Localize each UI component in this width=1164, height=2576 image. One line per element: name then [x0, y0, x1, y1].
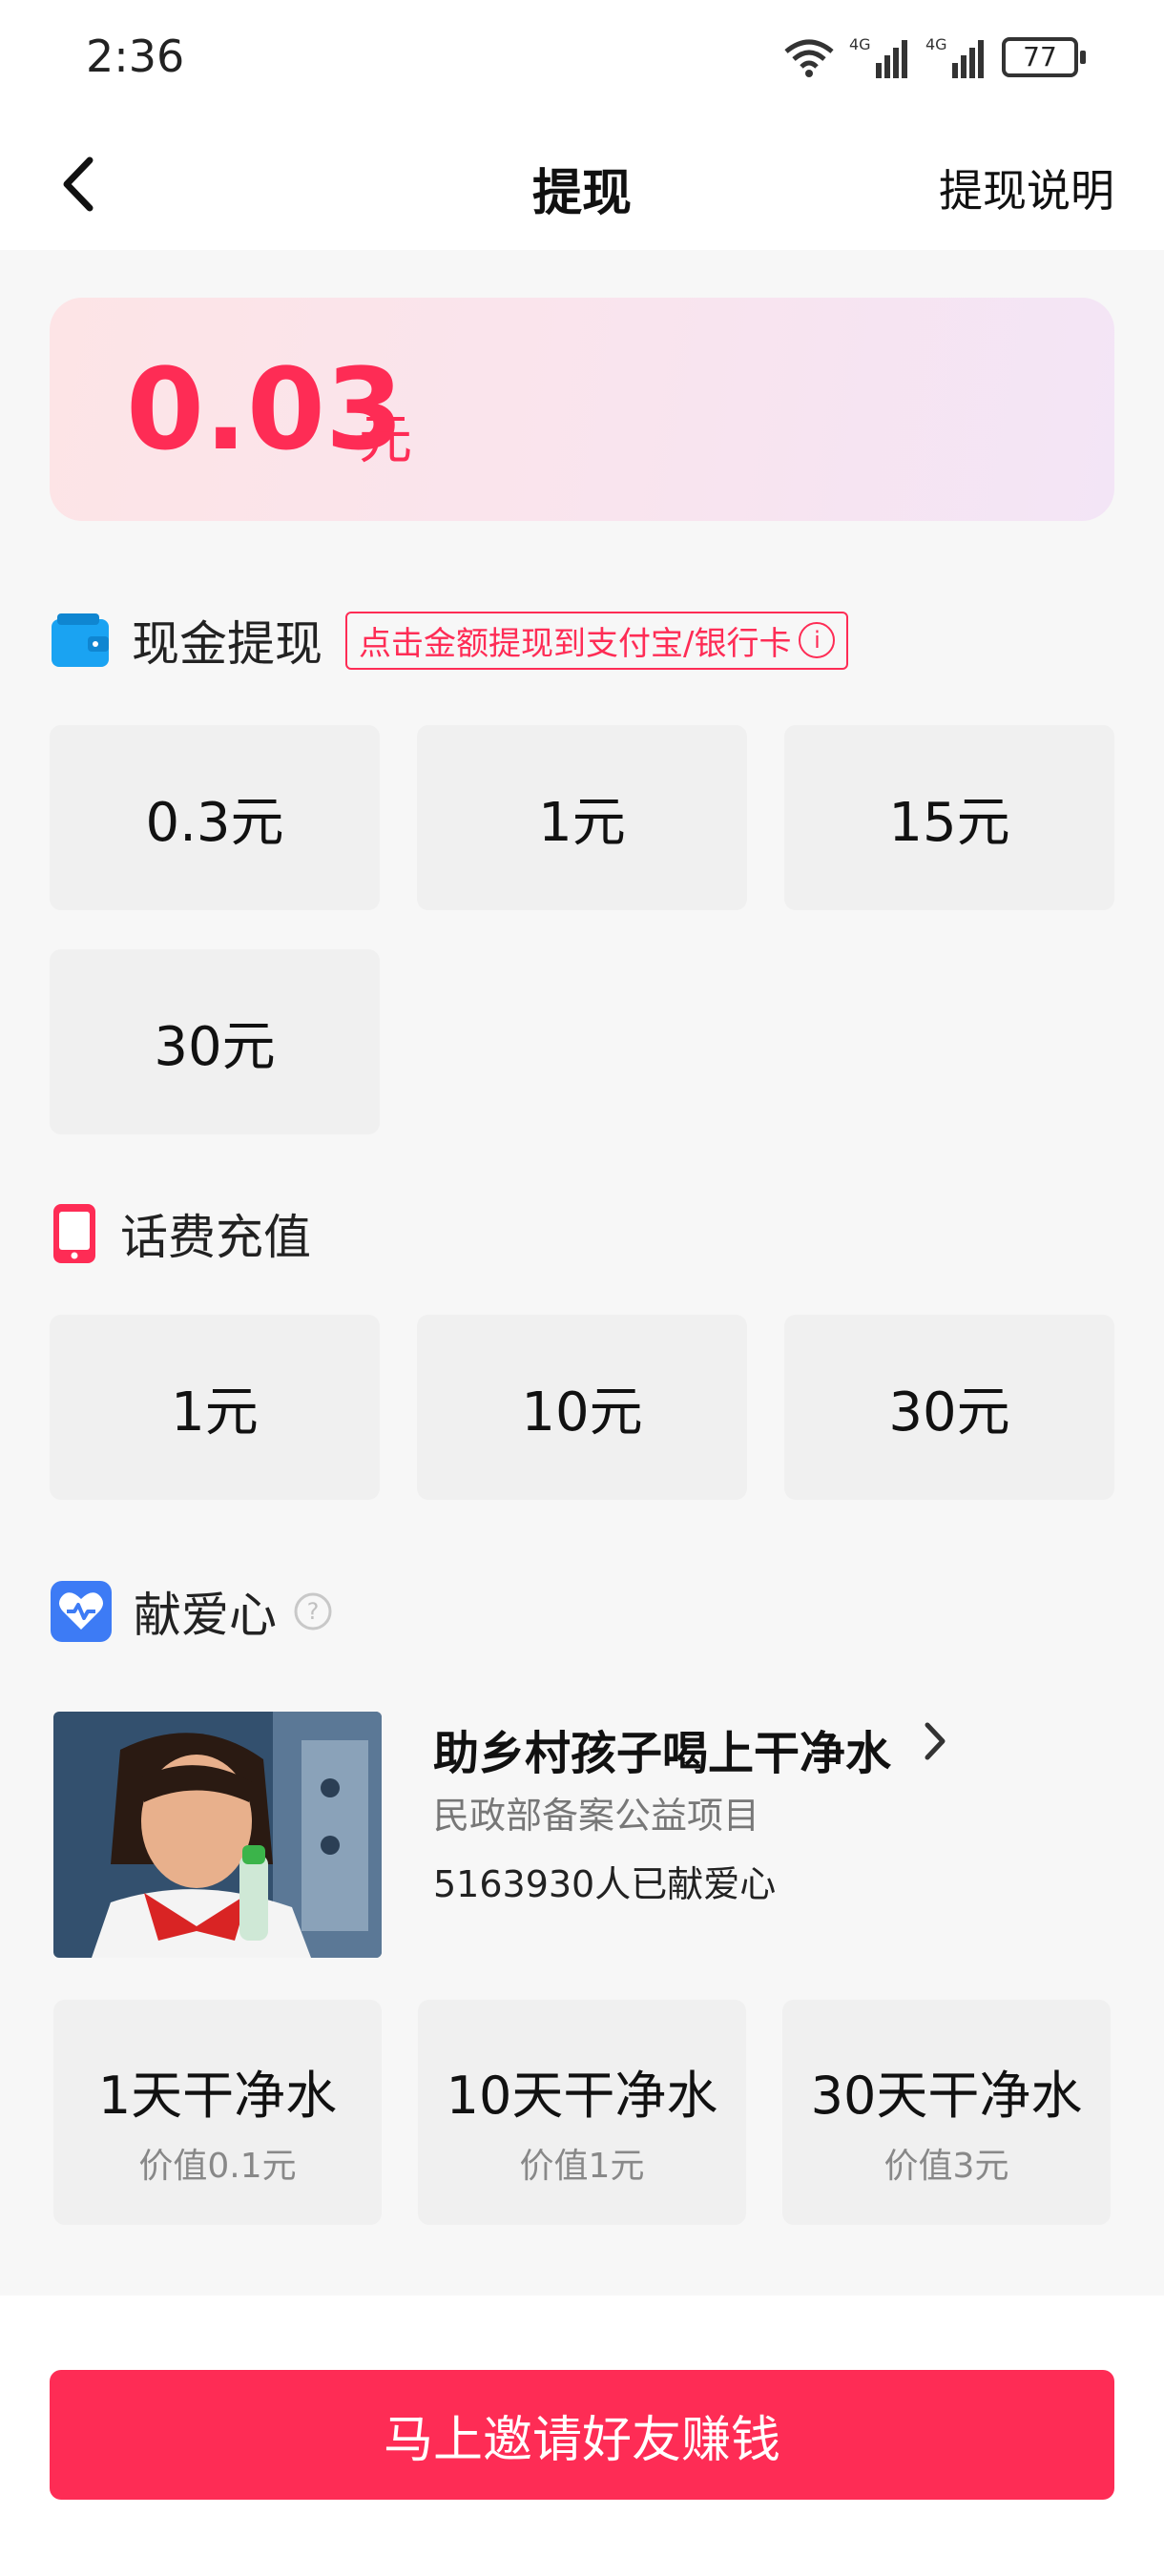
donate-option-label: 1天干净水 — [97, 2066, 338, 2126]
cash-hint-text: 点击金额提现到支付宝/银行卡 — [359, 624, 792, 663]
donate-option-value: 价值3元 — [883, 2147, 1009, 2186]
donate-option-value: 价值0.1元 — [138, 2147, 297, 2186]
nav-bar: 提现 提现说明 — [0, 116, 1164, 250]
cash-section-title: 现金提现 — [132, 616, 322, 672]
cash-option-1[interactable]: 1元 — [417, 725, 747, 910]
svg-text:4G: 4G — [925, 35, 947, 53]
back-arrow-icon[interactable] — [50, 151, 107, 218]
wifi-icon — [784, 39, 834, 77]
donate-option-label: 30天干净水 — [810, 2066, 1083, 2126]
info-icon: i — [799, 622, 836, 658]
balance-unit: 元 — [359, 409, 412, 471]
phone-option-10[interactable]: 10元 — [417, 1315, 747, 1500]
bottom-bar: 马上邀请好友赚钱 — [0, 2296, 1164, 2576]
cash-section-header: 现金提现 点击金额提现到支付宝/银行卡 i — [50, 607, 849, 674]
status-icons: 4G 4G 77 — [782, 29, 1086, 86]
chevron-right-icon[interactable] — [916, 1717, 954, 1765]
donate-option-10-day[interactable]: 10天干净水 价值1元 — [418, 2000, 746, 2225]
heart-icon — [51, 1581, 112, 1642]
phone-icon — [53, 1204, 95, 1263]
cash-option-30[interactable]: 30元 — [50, 949, 380, 1134]
project-subtitle: 民政部备案公益项目 — [433, 1795, 760, 1837]
status-time: 2:36 — [86, 31, 185, 82]
cash-hint-tag[interactable]: 点击金额提现到支付宝/银行卡 i — [345, 611, 849, 670]
cash-option-15[interactable]: 15元 — [784, 725, 1114, 910]
balance-card: 0.03 元 — [50, 298, 1114, 521]
phone-section-title: 话费充值 — [120, 1210, 311, 1265]
project-title[interactable]: 助乡村孩子喝上干净水 — [433, 1715, 891, 1782]
donate-option-value: 价值1元 — [519, 2147, 645, 2186]
donate-option-30-day[interactable]: 30天干净水 价值3元 — [782, 2000, 1111, 2225]
donate-section-title: 献爱心 — [134, 1588, 277, 1643]
battery-icon: 77 — [1002, 37, 1086, 77]
cash-option-0.3[interactable]: 0.3元 — [50, 725, 380, 910]
signal-icon-2: 4G — [925, 35, 984, 78]
donate-option-1-day[interactable]: 1天干净水 价值0.1元 — [53, 2000, 382, 2225]
status-bar: 2:36 4G 4G 77 — [0, 0, 1164, 116]
wallet-icon — [52, 613, 109, 667]
project-donor-count: 5163930人已献爱心 — [433, 1863, 777, 1905]
invite-friends-button[interactable]: 马上邀请好友赚钱 — [50, 2370, 1114, 2500]
phone-option-1[interactable]: 1元 — [50, 1315, 380, 1500]
donate-section-header: 献爱心 ? — [50, 1578, 334, 1645]
project-photo[interactable] — [53, 1712, 382, 1958]
phone-option-30[interactable]: 30元 — [784, 1315, 1114, 1500]
svg-text:?: ? — [307, 1598, 320, 1625]
phone-section-header: 话费充值 — [50, 1200, 311, 1267]
withdraw-info-link[interactable]: 提现说明 — [939, 156, 1114, 219]
signal-icon: 4G — [849, 35, 907, 78]
svg-text:4G: 4G — [849, 35, 871, 53]
donate-option-label: 10天干净水 — [446, 2066, 718, 2126]
child-photo-image — [53, 1712, 382, 1958]
question-icon[interactable]: ? — [292, 1590, 334, 1632]
